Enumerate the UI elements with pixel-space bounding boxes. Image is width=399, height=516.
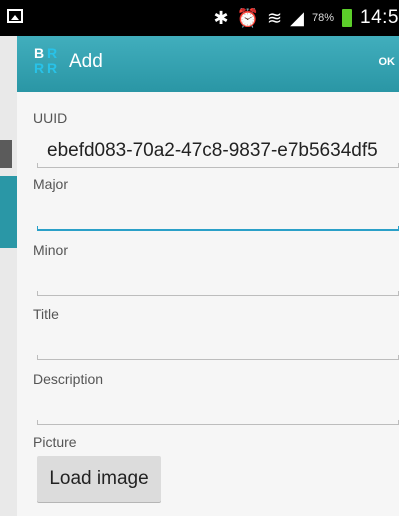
add-form: UUID ebefd083-70a2-47c8-9837-e7b5634df5 … [17,92,399,516]
description-label: Description [33,371,104,387]
background-element [0,140,12,168]
status-bar: ✱ ⏰ ≋ ◢ 78% 14:5 [0,0,399,36]
uuid-field[interactable]: ebefd083-70a2-47c8-9837-e7b5634df5 [47,140,399,162]
battery-icon [342,9,353,27]
app-logo: BR RR [34,45,58,76]
bluetooth-icon: ✱ [213,8,229,28]
image-notification-icon [7,9,23,23]
ok-button[interactable]: OK [379,56,396,68]
page-title: Add [69,51,103,72]
alarm-icon: ⏰ [236,8,260,28]
major-label: Major [33,176,69,192]
title-label: Title [33,306,59,322]
background-element [0,176,17,248]
uuid-label: UUID [33,110,68,126]
signal-icon: ◢ [290,8,304,28]
wifi-icon: ≋ [267,8,283,28]
description-field[interactable] [37,420,399,425]
title-field[interactable] [37,355,399,360]
major-field[interactable] [37,226,399,231]
uuid-underline [37,163,399,168]
minor-field[interactable] [37,291,399,296]
battery-percent: 78% [311,12,335,24]
status-icons: ✱ ⏰ ≋ ◢ 78% 14:5 [214,6,399,30]
picture-label: Picture [33,434,77,450]
clock: 14:5 [360,7,399,28]
load-image-button[interactable]: Load image [37,456,161,502]
action-bar: BR RR Add OK [17,36,399,92]
background-activity-edge [0,36,17,516]
minor-label: Minor [33,242,69,258]
